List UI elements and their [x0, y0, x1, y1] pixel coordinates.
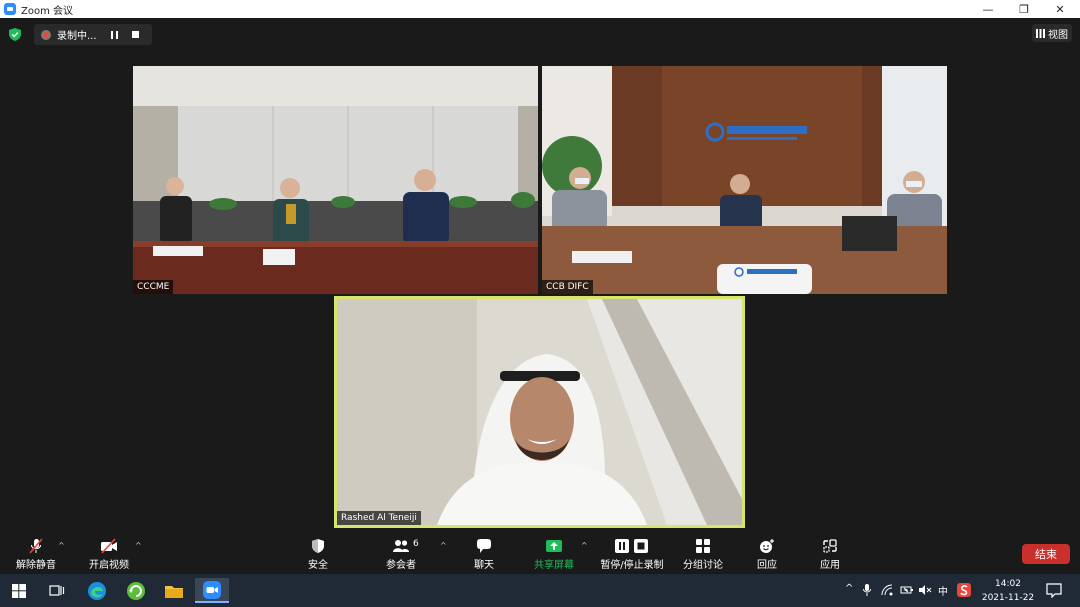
breakout-rooms-label: 分组讨论 — [683, 560, 723, 571]
video-feed-ccb-difc — [542, 66, 947, 294]
mic-muted-icon — [29, 538, 43, 554]
start-video-label: 开启视频 — [89, 560, 129, 571]
taskbar-edge-browser[interactable] — [80, 578, 114, 603]
reactions-button[interactable]: 回应 — [737, 538, 797, 571]
pause-recording-icon[interactable] — [111, 30, 118, 39]
zoom-logo-icon — [4, 3, 16, 15]
minimize-button[interactable]: — — [970, 0, 1006, 18]
recording-indicator: 录制中... — [34, 24, 152, 45]
taskbar-app-green[interactable] — [119, 578, 153, 603]
pause-stop-icon — [615, 539, 648, 553]
breakout-rooms-button[interactable]: 分组讨论 — [673, 538, 733, 571]
window-titlebar: Zoom 会议 — ❐ ✕ — [0, 0, 1080, 18]
shield-icon — [312, 539, 324, 553]
share-options-chevron-icon[interactable]: ^ — [581, 541, 588, 550]
participant-name: Rashed Al Teneiji — [337, 511, 421, 525]
recording-dot-icon — [41, 29, 51, 40]
edge-browser-icon — [88, 581, 106, 600]
video-tile-ccb-difc[interactable]: CCB DIFC — [542, 66, 947, 294]
windows-logo-icon — [12, 583, 26, 598]
task-view-icon — [49, 584, 65, 596]
refresh-app-icon — [127, 581, 145, 600]
taskbar-file-explorer[interactable] — [157, 578, 191, 603]
apps-label: 应用 — [820, 560, 840, 571]
end-meeting-button[interactable]: 结束 — [1022, 544, 1070, 564]
clock-time: 14:02 — [995, 579, 1021, 589]
video-options-chevron-icon[interactable]: ^ — [135, 541, 142, 550]
tray-expand-chevron-icon[interactable]: ^ — [845, 583, 853, 594]
view-button[interactable]: 视图 — [1032, 24, 1072, 42]
chat-bubble-icon — [477, 539, 491, 553]
tray-mic-icon[interactable] — [862, 583, 872, 597]
system-clock[interactable]: 14:02 2021-11-22 — [980, 577, 1036, 605]
participants-icon — [393, 540, 409, 552]
meeting-toolbar: 解除静音 ^ 开启视频 ^ 安全 参会者 6 ^ 聊天 共享屏幕 ^ 暂停/停止… — [0, 536, 1080, 574]
sogou-input-icon[interactable] — [957, 583, 971, 597]
video-feed-rashed — [337, 299, 742, 525]
video-feed-cccme — [133, 66, 538, 294]
start-button[interactable] — [2, 578, 36, 603]
start-video-button[interactable]: 开启视频 — [79, 538, 139, 571]
close-button[interactable]: ✕ — [1042, 0, 1078, 18]
unmute-button[interactable]: 解除静音 — [6, 538, 66, 571]
zoom-app-icon — [203, 580, 221, 599]
video-off-icon — [101, 538, 117, 554]
view-label: 视图 — [1048, 29, 1068, 41]
task-view-button[interactable] — [40, 578, 74, 603]
maximize-button[interactable]: ❐ — [1006, 0, 1042, 18]
share-screen-button[interactable]: 共享屏幕 — [524, 538, 584, 571]
apps-button[interactable]: 应用 — [800, 538, 860, 571]
apps-icon — [823, 539, 837, 553]
participant-name: CCCME — [133, 280, 174, 294]
participants-options-chevron-icon[interactable]: ^ — [440, 541, 447, 550]
window-title: Zoom 会议 — [21, 5, 74, 17]
video-tile-active-speaker[interactable]: Rashed Al Teneiji — [334, 296, 745, 528]
grid-view-icon — [1036, 28, 1045, 38]
smiley-add-icon — [760, 539, 774, 553]
clock-date: 2021-11-22 — [981, 593, 1035, 603]
video-tile-cccme[interactable]: CCCME — [133, 66, 538, 294]
encryption-shield-icon[interactable] — [9, 28, 21, 41]
breakout-rooms-icon — [696, 539, 710, 553]
audio-options-chevron-icon[interactable]: ^ — [58, 541, 65, 550]
volume-muted-icon[interactable] — [918, 584, 932, 596]
recording-label: 录制中... — [57, 31, 97, 42]
wifi-icon[interactable] — [881, 584, 893, 596]
participants-label: 参会者 — [386, 560, 416, 571]
chat-button[interactable]: 聊天 — [454, 538, 514, 571]
pause-stop-recording-button[interactable]: 暂停/停止录制 — [597, 538, 667, 571]
ime-indicator[interactable]: 中 — [938, 583, 948, 598]
share-screen-icon — [546, 540, 562, 552]
folder-icon — [165, 585, 183, 598]
notification-center-icon[interactable] — [1046, 583, 1062, 598]
chat-label: 聊天 — [474, 560, 494, 571]
security-label: 安全 — [308, 560, 328, 571]
pause-stop-recording-label: 暂停/停止录制 — [600, 560, 664, 571]
stop-recording-icon[interactable] — [132, 31, 139, 38]
reactions-label: 回应 — [757, 560, 777, 571]
share-screen-label: 共享屏幕 — [534, 560, 574, 571]
meeting-stage: 录制中... 视图 CCCME CCB DIFC Rashed Al Tenei… — [0, 18, 1080, 574]
battery-icon[interactable] — [900, 584, 914, 596]
participants-button[interactable]: 参会者 — [371, 538, 431, 571]
windows-taskbar: ^ 中 14:02 2021-11-22 — [0, 574, 1080, 607]
taskbar-zoom[interactable] — [195, 578, 229, 603]
unmute-label: 解除静音 — [16, 560, 56, 571]
participant-name: CCB DIFC — [542, 280, 593, 294]
security-button[interactable]: 安全 — [288, 538, 348, 571]
participant-count-badge: 6 — [413, 539, 419, 549]
